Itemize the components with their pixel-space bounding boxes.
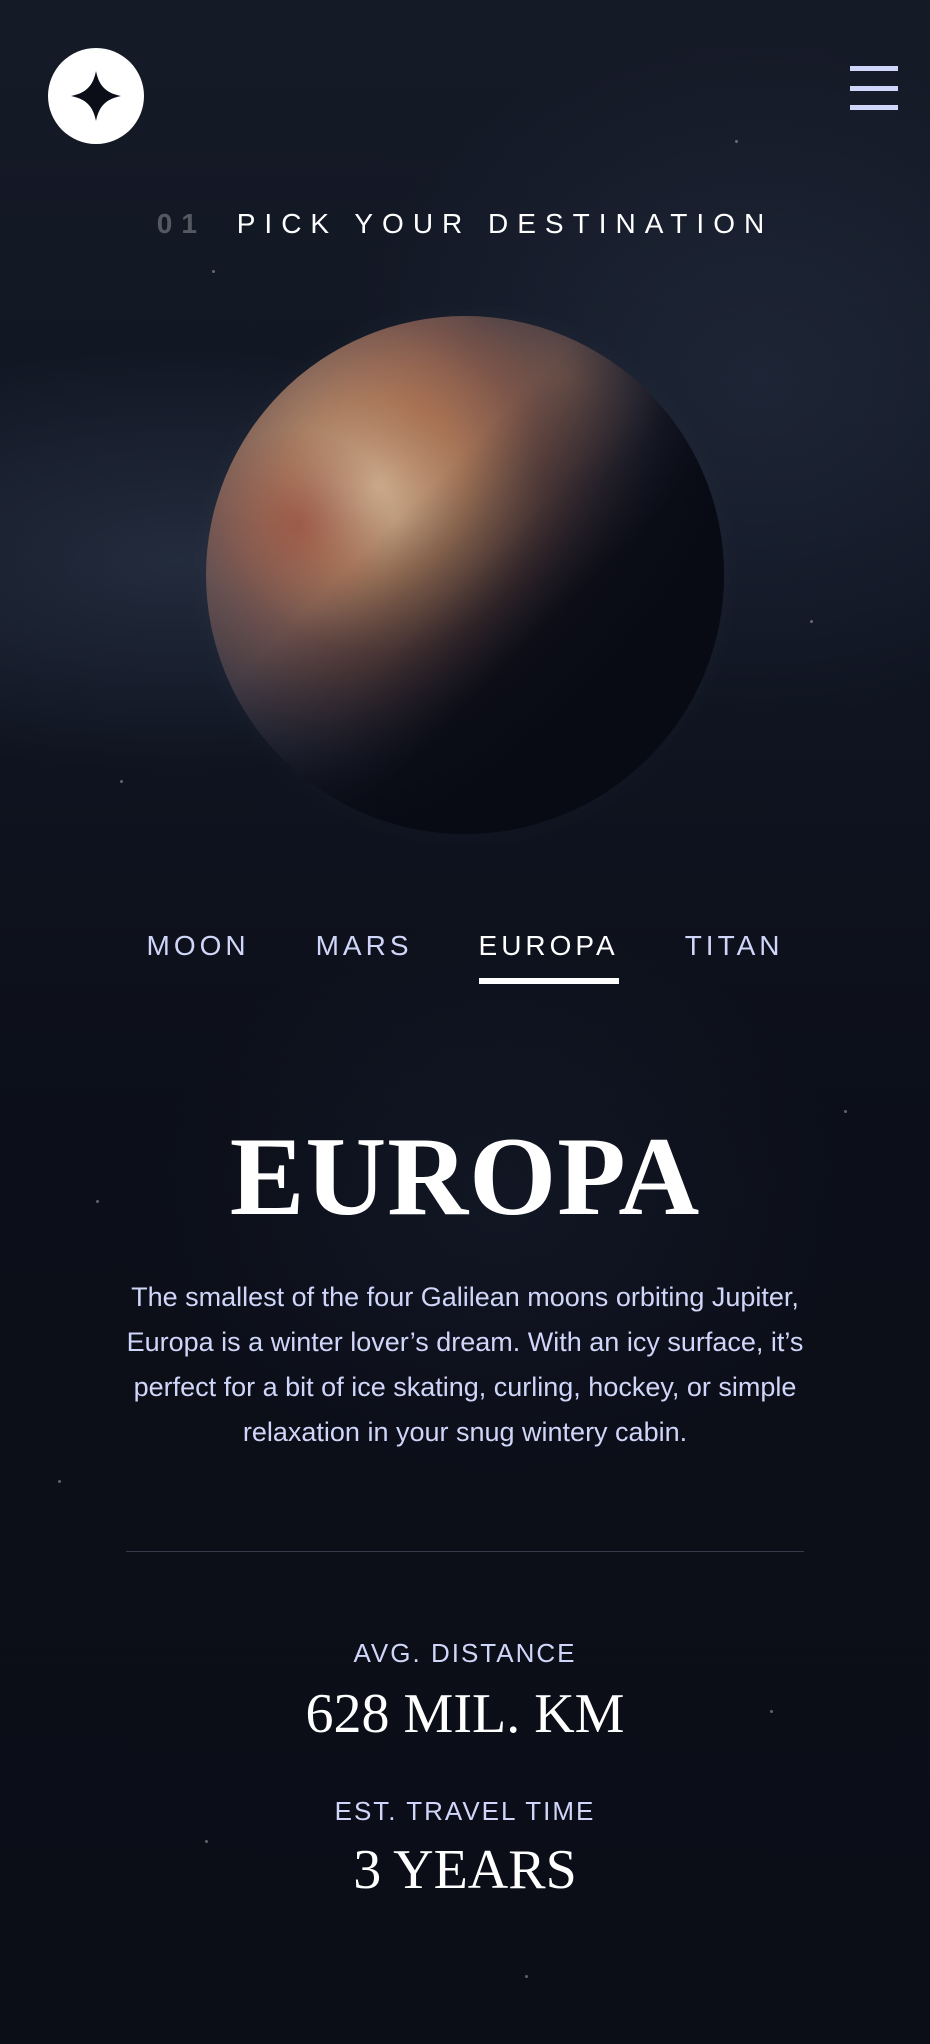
destination-title: EUROPA xyxy=(229,1115,701,1240)
tab-titan[interactable]: TITAN xyxy=(685,930,784,984)
star xyxy=(120,780,123,783)
tab-moon[interactable]: MOON xyxy=(147,930,250,984)
travel-time-value: 3 YEARS xyxy=(353,1839,577,1901)
divider xyxy=(126,1551,804,1552)
tab-mars[interactable]: MARS xyxy=(316,930,413,984)
distance-value: 628 MIL. KM xyxy=(305,1683,625,1745)
star xyxy=(212,270,215,273)
menu-button[interactable] xyxy=(850,66,898,110)
section-title: PICK YOUR DESTINATION xyxy=(236,208,774,239)
destination-tabs: MOON MARS EUROPA TITAN xyxy=(0,930,930,984)
star xyxy=(810,620,813,623)
star xyxy=(58,1480,61,1483)
travel-time-label: EST. TRAVEL TIME xyxy=(334,1796,596,1826)
site-header xyxy=(0,0,930,190)
section-number: 01 xyxy=(156,208,206,239)
star xyxy=(525,1975,528,1978)
tab-europa[interactable]: EUROPA xyxy=(478,930,619,984)
hamburger-menu-icon-line xyxy=(850,85,898,91)
logo[interactable] xyxy=(48,48,144,144)
page-heading: 01 PICK YOUR DESTINATION xyxy=(0,208,930,240)
destination-description: The smallest of the four Galilean moons … xyxy=(126,1282,804,1447)
destination-image xyxy=(206,316,724,834)
star xyxy=(844,1110,847,1113)
star-logo-icon xyxy=(71,71,121,121)
distance-label: AVG. DISTANCE xyxy=(353,1638,577,1668)
hamburger-menu-icon-line xyxy=(850,105,898,110)
hamburger-menu-icon-line xyxy=(850,66,898,71)
